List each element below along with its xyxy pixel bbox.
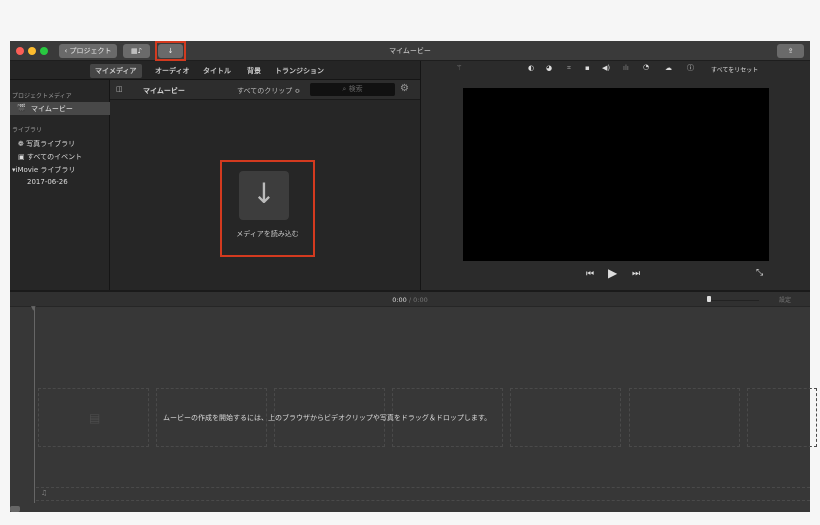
share-button[interactable]: ⇪ (777, 44, 804, 58)
magic-wand-icon[interactable]: ⚚ (456, 64, 462, 72)
timeline-header: 0:00 / 0:00 設定 (10, 290, 810, 307)
imovie-window: ‹ プロジェクト ▦♪ ↓ マイムービー ⇪ マイメディア オーディオ タイトル… (10, 41, 817, 512)
tab-audio[interactable]: オーディオ (155, 66, 190, 76)
color-balance-icon[interactable]: ◐ (528, 64, 534, 72)
star-box-icon: ▣ (18, 153, 27, 161)
tab-backgrounds[interactable]: 背景 (247, 66, 261, 76)
clapper-icon: 🎬 (17, 104, 26, 112)
clip-placeholder: ▤ (38, 388, 149, 447)
timeline-hint: ムービーの作成を開始するには、上のブラウザからビデオクリップや写真をドラッグ＆ド… (163, 414, 492, 422)
section-project-media: プロジェクトメディア (12, 93, 72, 100)
timeline-scroll-handle[interactable] (10, 506, 20, 512)
playhead-triangle-icon: ▼ (31, 305, 36, 312)
title-bar: ‹ プロジェクト ▦♪ ↓ マイムービー ⇪ (10, 41, 810, 61)
video-preview[interactable] (463, 88, 769, 261)
speed-icon[interactable]: ◔ (643, 63, 649, 71)
settings-gear-icon[interactable]: ⚙ (400, 83, 409, 94)
volume-icon[interactable]: ◀) (602, 64, 610, 72)
clip-placeholder (510, 388, 621, 447)
music-note-icon: ♫ (41, 489, 48, 497)
skip-forward-icon[interactable]: ⏭ (632, 269, 640, 279)
equalizer-icon[interactable]: ılı (623, 64, 629, 72)
timeline: ▼ ▤ ムービーの作成を開始するには、上のブラウザからビデオクリップや写真をドラ… (10, 305, 817, 512)
sidebar-item-photos[interactable]: ❁ 写真ライブラリ (18, 139, 75, 149)
clip-filter-select[interactable]: すべてのクリップ ≎ (237, 86, 300, 96)
share-icon: ⇪ (787, 47, 794, 55)
import-media-label[interactable]: メディアを読み込む (220, 229, 315, 239)
browser-header: ◫ マイムービー すべてのクリップ ≎ ⌕ 検索 ⚙ (110, 80, 420, 100)
playhead[interactable] (34, 307, 35, 503)
tab-my-media[interactable]: マイメディア (90, 64, 142, 78)
window-title: マイムービー (389, 47, 431, 55)
sidebar-item-event-date[interactable]: 2017-06-26 (27, 178, 68, 186)
import-media-button[interactable]: ↓ (239, 171, 289, 220)
fullscreen-icon[interactable]: ⤡ (756, 268, 763, 278)
skip-back-icon[interactable]: ⏮ (586, 269, 594, 279)
viewer: ⚚ ◐ ◕ ⌗ ▪ ◀) ılı ◔ ☁ ⓘ すべてをリセット ⏮ ▶ ⏭ ⤡ (420, 61, 810, 290)
sidebar-item-all-events[interactable]: ▣ すべてのイベント (18, 152, 82, 162)
clip-placeholder (747, 388, 817, 447)
film-icon: ▤ (89, 411, 101, 425)
tab-transitions[interactable]: トランジション (275, 66, 324, 76)
sidebar-item-imovie-library[interactable]: ▾iMovie ライブラリ (12, 165, 75, 175)
tab-titles[interactable]: タイトル (203, 66, 231, 76)
media-browser: ◫ マイムービー すべてのクリップ ≎ ⌕ 検索 ⚙ ↓ メディアを読み込む (110, 80, 420, 290)
library-sidebar: プロジェクトメディア 🎬 マイムービー ライブラリ ❁ 写真ライブラリ ▣ すべ… (10, 80, 110, 290)
clip-placeholder (629, 388, 740, 447)
audio-track: ♫ (36, 487, 810, 501)
play-icon[interactable]: ▶ (608, 266, 617, 280)
flower-icon: ❁ (18, 140, 27, 148)
sidebar-toggle-icon[interactable]: ◫ (116, 85, 123, 93)
sidebar-item-my-movie[interactable]: 🎬 マイムービー (10, 102, 110, 115)
search-input[interactable]: ⌕ 検索 (310, 83, 395, 96)
down-arrow-icon: ↓ (252, 177, 276, 210)
crop-icon[interactable]: ⌗ (567, 64, 571, 73)
browser-title: マイムービー (143, 87, 185, 95)
media-tabs: マイメディア オーディオ タイトル 背景 トランジション (10, 61, 420, 80)
timeline-settings-button[interactable]: 設定 (779, 295, 791, 304)
zoom-slider-thumb[interactable] (707, 296, 711, 302)
stabilization-icon[interactable]: ▪ (585, 64, 590, 72)
section-libraries: ライブラリ (12, 127, 43, 134)
reset-all-button[interactable]: すべてをリセット (711, 65, 758, 74)
info-icon[interactable]: ⓘ (687, 63, 694, 73)
timecode: 0:00 / 0:00 (392, 296, 428, 304)
zoom-slider[interactable] (707, 300, 759, 301)
filter-icon[interactable]: ☁ (665, 64, 672, 72)
color-palette-icon[interactable]: ◕ (546, 64, 552, 72)
